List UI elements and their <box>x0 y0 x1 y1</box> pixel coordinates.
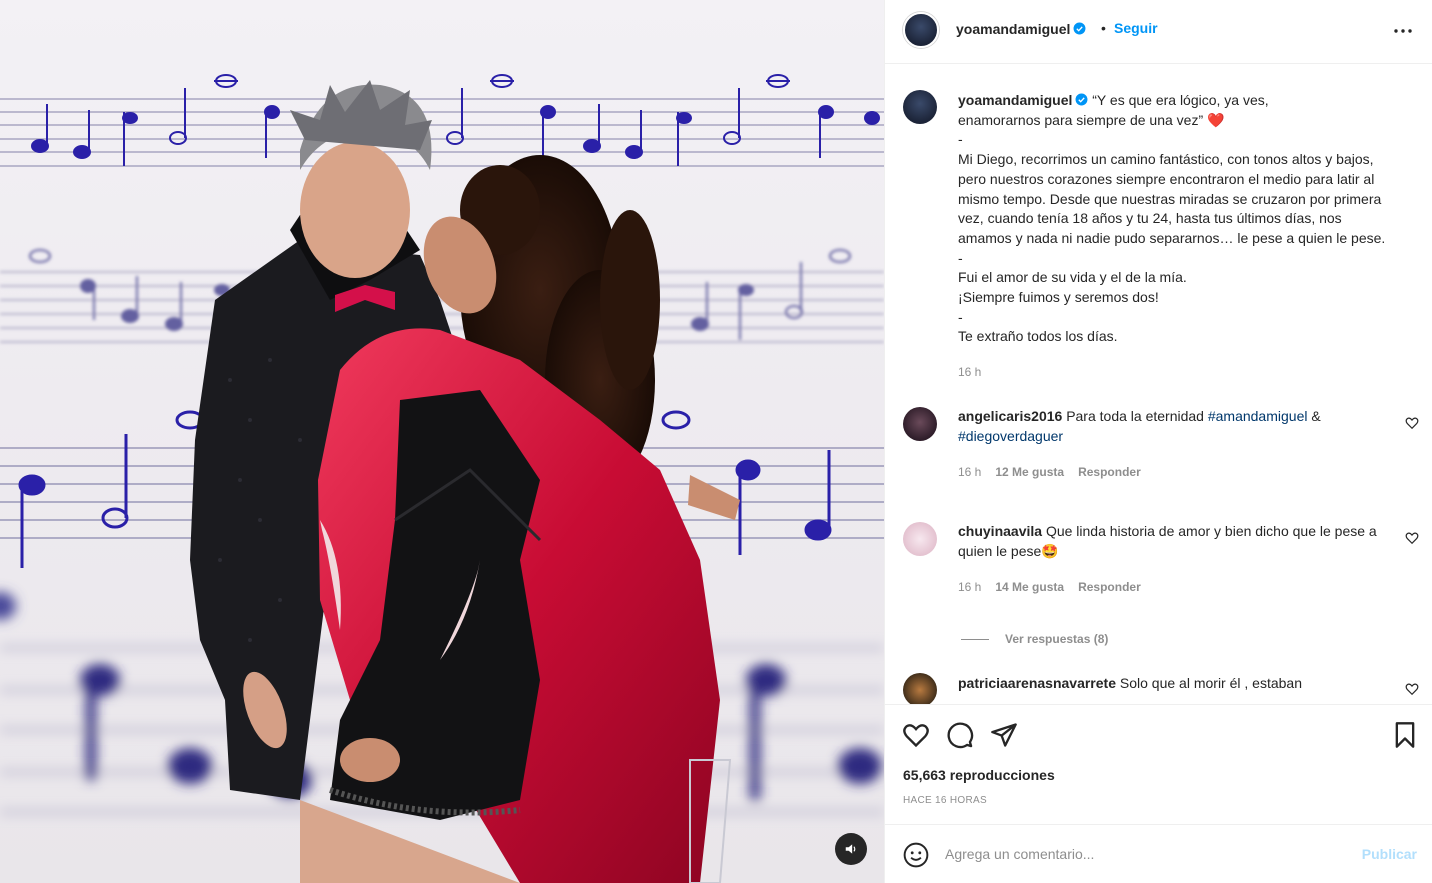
comment-item: chuyinaavila Que linda historia de amor … <box>958 521 1378 561</box>
comment-time[interactable]: 16 h <box>958 580 981 594</box>
comments-list[interactable]: yoamandamiguel “Y es que era lógico, ya … <box>885 64 1432 704</box>
comment-likes[interactable]: 12 Me gusta <box>995 465 1064 479</box>
verified-badge-icon <box>1075 93 1088 106</box>
like-comment-heart-icon[interactable] <box>1405 531 1419 545</box>
like-comment-heart-icon[interactable] <box>1405 416 1419 430</box>
comment-icon[interactable] <box>946 721 974 749</box>
caption-line: amamos y nada ni nadie pudo separarnos… … <box>958 229 1386 246</box>
reply-button[interactable]: Responder <box>1078 580 1141 594</box>
post-header: yoamandamiguel • Seguir <box>885 0 1432 64</box>
view-count[interactable]: 65,663 reproducciones <box>903 767 1055 783</box>
caption-line: mismo tempo. Desde que nuestras miradas … <box>958 190 1382 207</box>
separator-dot: • <box>1101 20 1106 36</box>
speaker-icon <box>845 844 856 854</box>
follow-button[interactable]: Seguir <box>1114 20 1158 36</box>
caption-line: - <box>958 249 963 266</box>
comment-text: & <box>1307 408 1321 424</box>
staff-top <box>0 98 884 167</box>
replies-divider <box>961 639 989 641</box>
caption-line: ¡Siempre fuimos y seremos dos! <box>958 289 1159 306</box>
commenter-avatar[interactable] <box>903 522 937 556</box>
caption-username[interactable]: yoamandamiguel <box>958 92 1072 108</box>
add-comment-bar: Publicar <box>885 824 1432 883</box>
comment-text: Solo que al morir él , estaban <box>1119 675 1302 691</box>
caption-line: Te extraño todos los días. <box>958 328 1118 345</box>
hashtag-link[interactable]: #diegoverdaguer <box>958 428 1063 444</box>
view-replies-button[interactable]: Ver respuestas (8) <box>961 632 1108 646</box>
commenter-username[interactable]: chuyinaavila <box>958 523 1042 539</box>
commenter-username[interactable]: patriciaarenasnavarrete <box>958 675 1116 691</box>
heart-icon[interactable] <box>902 721 930 749</box>
comment-item: patriciaarenasnavarrete Solo que al mori… <box>958 673 1378 693</box>
mute-toggle-button[interactable] <box>835 833 867 865</box>
commenter-avatar[interactable] <box>903 673 937 704</box>
post-caption: yoamandamiguel “Y es que era lógico, ya … <box>958 91 1420 347</box>
post-photo <box>0 74 884 883</box>
comment-meta: 16 h 14 Me gusta Responder <box>958 580 1155 594</box>
comment-text: Para toda la eternidad <box>1066 408 1208 424</box>
emoji-icon[interactable] <box>903 842 929 868</box>
caption-line: - <box>958 308 963 325</box>
bookmark-icon[interactable] <box>1391 721 1419 749</box>
author-username-header[interactable]: yoamandamiguel <box>956 21 1086 37</box>
commenter-avatar[interactable] <box>903 407 937 441</box>
publish-button[interactable]: Publicar <box>1362 846 1417 862</box>
post-timestamp[interactable]: HACE 16 HORAS <box>903 795 987 806</box>
like-comment-heart-icon[interactable] <box>1405 682 1419 696</box>
post-media[interactable] <box>0 0 884 883</box>
caption-line: Fui el amor de su vida y el de la mía. <box>958 269 1187 286</box>
comment-likes[interactable]: 14 Me gusta <box>995 580 1064 594</box>
hashtag-link[interactable]: #amandamiguel <box>1208 408 1308 424</box>
caption-line: “Y es que era lógico, ya ves, <box>1092 92 1269 108</box>
share-icon[interactable] <box>990 721 1018 749</box>
author-avatar[interactable] <box>903 12 939 48</box>
comment-time[interactable]: 16 h <box>958 465 981 479</box>
verified-badge-icon <box>1073 22 1086 35</box>
reply-button[interactable]: Responder <box>1078 465 1141 479</box>
post-side-panel: yoamandamiguel • Seguir yoamandamiguel “… <box>884 0 1432 883</box>
comment-input[interactable] <box>945 842 1345 866</box>
caption-time[interactable]: 16 h <box>958 365 981 379</box>
comment-item: angelicaris2016 Para toda la eternidad #… <box>958 406 1378 446</box>
comment-meta: 16 h 12 Me gusta Responder <box>958 465 1155 479</box>
commenter-username[interactable]: angelicaris2016 <box>958 408 1062 424</box>
caption-author-avatar[interactable] <box>903 90 937 124</box>
view-replies-label: Ver respuestas (8) <box>1005 632 1109 646</box>
author-username[interactable]: yoamandamiguel <box>956 21 1070 37</box>
caption-line: enamorarnos para siempre de una vez” ❤️ <box>958 111 1225 128</box>
caption-line: vez, cuando tenía 18 años y tu 24, hasta… <box>958 210 1342 227</box>
caption-line: pero nuestros corazones siempre encontra… <box>958 170 1375 187</box>
more-options-icon[interactable] <box>1393 22 1413 40</box>
caption-line: Mi Diego, recorrimos un camino fantástic… <box>958 151 1374 168</box>
post-actions: 65,663 reproducciones HACE 16 HORAS <box>885 704 1432 824</box>
caption-line: - <box>958 131 963 148</box>
